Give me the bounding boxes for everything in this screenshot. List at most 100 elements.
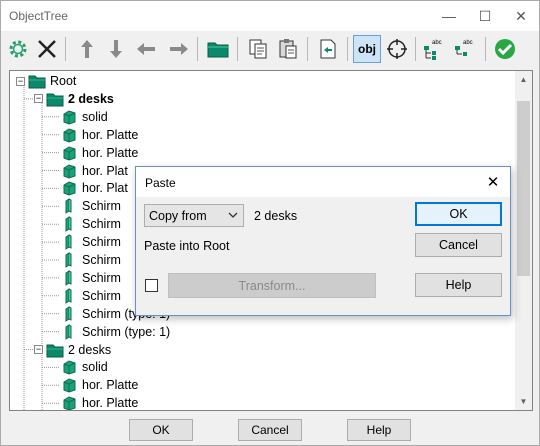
arrow-down-icon bbox=[110, 40, 122, 58]
confirm-button[interactable] bbox=[491, 35, 519, 63]
tree-item[interactable]: Schirm bbox=[60, 269, 121, 287]
tree-item-label: Schirm bbox=[82, 235, 121, 250]
transform-button: Transform... bbox=[168, 273, 376, 298]
ok-button[interactable]: OK bbox=[129, 419, 193, 441]
tree-item[interactable]: solid bbox=[60, 358, 108, 376]
tree-abc-button[interactable]: abc bbox=[421, 35, 449, 63]
maximize-button[interactable]: ☐ bbox=[467, 1, 503, 31]
move-right-button[interactable] bbox=[164, 35, 192, 63]
tree-item[interactable]: solid bbox=[60, 108, 108, 126]
paste-mode-select[interactable]: Copy from bbox=[144, 204, 244, 227]
tree-item[interactable]: Schirm bbox=[60, 233, 121, 251]
folder-icon bbox=[46, 344, 64, 357]
open-folder-button[interactable] bbox=[204, 35, 232, 63]
dialog-title-bar: Paste ✕ bbox=[136, 167, 510, 197]
toolbar-separator bbox=[197, 37, 198, 61]
cube-icon bbox=[63, 128, 76, 143]
tree-item-label: hor. Platte bbox=[82, 378, 139, 393]
tree-item[interactable]: hor. Plat bbox=[60, 162, 128, 180]
copy-button[interactable] bbox=[244, 35, 272, 63]
tree-item[interactable]: − 2 desks bbox=[34, 341, 111, 359]
cube-icon bbox=[63, 146, 76, 161]
paste-target-label: Paste into Root bbox=[144, 239, 230, 253]
insert-icon bbox=[320, 39, 336, 59]
svg-text:abc: abc bbox=[463, 40, 473, 46]
source-name: 2 desks bbox=[254, 209, 298, 223]
tree-item[interactable]: − 2 desks bbox=[34, 90, 114, 108]
vertical-scrollbar[interactable]: ▲ ▼ bbox=[515, 71, 532, 410]
cube-icon bbox=[63, 181, 76, 196]
target-button[interactable] bbox=[383, 35, 411, 63]
delete-button[interactable] bbox=[33, 35, 61, 63]
move-up-button[interactable] bbox=[73, 35, 101, 63]
tree-item[interactable]: hor. Platte bbox=[60, 126, 138, 144]
move-down-button[interactable] bbox=[102, 35, 130, 63]
collapse-toggle-icon[interactable]: − bbox=[16, 76, 25, 86]
tree-item[interactable]: Schirm bbox=[60, 215, 121, 233]
tree-item[interactable]: Schirm bbox=[60, 251, 121, 269]
collapse-toggle-icon[interactable]: − bbox=[34, 94, 43, 104]
arrow-up-icon bbox=[81, 40, 93, 58]
folder-icon bbox=[28, 75, 46, 89]
insert-button[interactable] bbox=[314, 35, 342, 63]
check-icon bbox=[495, 39, 515, 59]
minimize-icon: — bbox=[442, 8, 456, 24]
tree-item-label: Schirm bbox=[82, 199, 121, 214]
copy-icon bbox=[249, 39, 267, 59]
dialog-cancel-button[interactable]: Cancel bbox=[415, 233, 502, 257]
collapse-toggle-icon[interactable]: − bbox=[34, 345, 43, 354]
cube-icon bbox=[63, 110, 76, 125]
toolbar-separator bbox=[485, 37, 486, 61]
panel-icon bbox=[65, 269, 72, 286]
panel-icon bbox=[65, 216, 72, 233]
tree-abc2-icon: abc bbox=[455, 40, 473, 56]
title-bar: ObjectTree — ☐ ✕ bbox=[1, 1, 539, 31]
gear-icon bbox=[9, 40, 27, 58]
settings-button[interactable] bbox=[4, 35, 32, 63]
dialog-close-button[interactable]: ✕ bbox=[480, 170, 506, 194]
help-button[interactable]: Help bbox=[347, 419, 411, 441]
paste-dialog: Paste ✕ Copy from 2 desks Paste into Roo… bbox=[135, 166, 511, 316]
tree-item-label: 2 desks bbox=[68, 91, 114, 106]
tree-item-label: Schirm bbox=[82, 253, 121, 267]
tree-item[interactable]: hor. Plat bbox=[60, 179, 128, 197]
window-title: ObjectTree bbox=[9, 9, 68, 23]
folder-icon bbox=[207, 42, 229, 58]
tree-item-label: solid bbox=[82, 360, 108, 375]
transform-checkbox[interactable] bbox=[145, 279, 158, 292]
scroll-thumb[interactable] bbox=[517, 101, 530, 276]
move-left-button[interactable] bbox=[133, 35, 161, 63]
tree-item-label: Schirm bbox=[82, 270, 121, 285]
tree-item-label: Schirm bbox=[82, 288, 121, 303]
panel-icon bbox=[65, 252, 72, 268]
toolbar-separator bbox=[307, 37, 308, 61]
tree-abc-2-button[interactable]: abc bbox=[452, 35, 480, 63]
obj-text-icon: obj bbox=[358, 42, 376, 56]
cross-icon bbox=[38, 40, 56, 58]
close-button[interactable]: ✕ bbox=[503, 1, 539, 31]
cancel-button[interactable]: Cancel bbox=[238, 419, 302, 441]
tree-item[interactable]: hor. Platte bbox=[60, 394, 139, 411]
tree-item-label: hor. Platte bbox=[82, 396, 139, 411]
dialog-title: Paste bbox=[145, 176, 176, 190]
tree-item-label: solid bbox=[82, 109, 108, 124]
toolbar-separator bbox=[347, 37, 348, 61]
minimize-button[interactable]: — bbox=[431, 1, 467, 31]
obj-button[interactable]: obj bbox=[353, 35, 381, 63]
panel-icon bbox=[65, 287, 72, 304]
panel-icon bbox=[65, 198, 72, 215]
paste-button[interactable] bbox=[274, 35, 302, 63]
tree-item[interactable]: hor. Platte bbox=[60, 376, 138, 394]
arrow-right-icon bbox=[170, 43, 188, 55]
scroll-down-arrow-icon[interactable]: ▼ bbox=[515, 393, 532, 410]
dialog-help-button[interactable]: Help bbox=[415, 273, 502, 297]
tree-item[interactable]: Schirm bbox=[60, 197, 121, 215]
tree-item[interactable]: Schirm bbox=[60, 287, 121, 305]
scroll-up-arrow-icon[interactable]: ▲ bbox=[515, 71, 532, 88]
folder-icon bbox=[46, 93, 64, 107]
tree-item[interactable]: − Root bbox=[16, 72, 76, 90]
tree-item[interactable]: Schirm (type: 1) bbox=[60, 323, 170, 341]
crosshair-icon bbox=[387, 39, 407, 59]
tree-item[interactable]: hor. Platte bbox=[60, 144, 138, 162]
dialog-ok-button[interactable]: OK bbox=[415, 202, 502, 226]
